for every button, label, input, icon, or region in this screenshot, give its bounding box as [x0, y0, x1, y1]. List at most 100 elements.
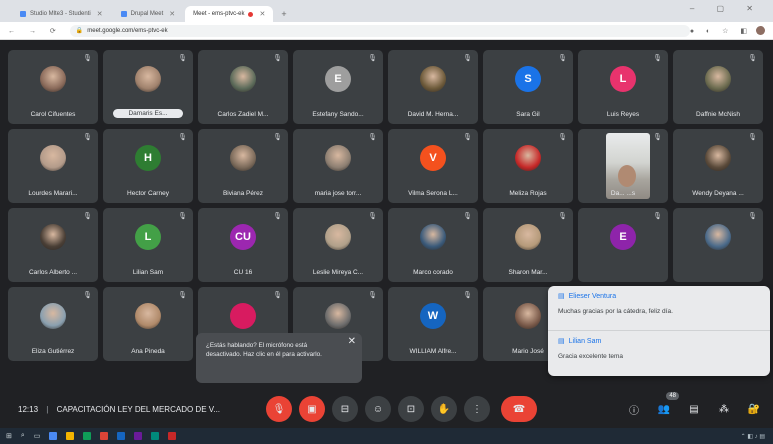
participant-tile[interactable]: 🎙 CU CU 16 — [198, 208, 288, 282]
present-button[interactable]: ⊡ — [398, 396, 424, 422]
tab-favicon — [120, 11, 127, 17]
close-icon[interactable]: ✕ — [169, 10, 175, 18]
raise-hand-button[interactable]: ✋ — [431, 396, 457, 422]
participant-tile[interactable]: 🎙 Damaris Es... — [103, 50, 193, 124]
more-options-button[interactable]: ⋮ — [464, 396, 490, 422]
participant-name: Damaris Es... — [113, 109, 183, 118]
participant-tile[interactable]: 🎙 Lourdes Marari... — [8, 129, 98, 203]
people-count-badge: 48 — [666, 392, 679, 400]
participant-avatar: E — [325, 66, 351, 92]
app-icon[interactable] — [83, 432, 92, 440]
participant-tile[interactable]: 🎙 L Lilian Sam — [103, 208, 193, 282]
participant-avatar — [40, 224, 66, 250]
navigation-buttons[interactable]: ← → ⟳ — [8, 27, 62, 35]
participant-tile[interactable]: 🎙 V Vilma Serona L... — [388, 129, 478, 203]
close-icon[interactable]: ✕ — [348, 337, 356, 347]
participant-name: Biviana Pérez — [222, 190, 264, 197]
folder-icon[interactable] — [66, 432, 75, 440]
mic-muted-icon: 🎙 — [83, 134, 92, 141]
participant-name: David M. Herna... — [407, 111, 459, 118]
app-icon[interactable] — [134, 432, 143, 440]
participant-tile[interactable]: 🎙 Carlos Zadiel M... — [198, 50, 288, 124]
meeting-details-button[interactable]: ⓘ — [623, 398, 645, 420]
camera-toggle-button[interactable]: ▣ — [299, 396, 325, 422]
participant-avatar: L — [610, 66, 636, 92]
mic-muted-icon: 🎙 — [178, 292, 187, 299]
participant-tile[interactable]: 🎙 Sharon Mar... — [483, 208, 573, 282]
task-view-icon[interactable]: ▭ — [34, 432, 41, 440]
participant-avatar — [40, 145, 66, 171]
participant-tile[interactable]: 🎙 maria jose torr... — [293, 129, 383, 203]
activities-button[interactable]: ⁂ — [713, 398, 735, 420]
address-bar[interactable]: 🔒 meet.google.com/ems-ptvc-ek — [69, 24, 690, 37]
mic-muted-icon: 🎙 — [83, 292, 92, 299]
chat-sender: Elieser Ventura — [568, 292, 617, 300]
participant-tile[interactable]: 🎙 Wendy Deyana ... — [673, 129, 763, 203]
chat-icon: ▤ — [558, 338, 565, 345]
close-icon[interactable]: ✕ — [259, 10, 265, 18]
participant-tile[interactable]: 🎙 — [673, 208, 763, 282]
participant-name: Luis Reyes — [606, 111, 640, 118]
system-tray[interactable]: ⌃ ◧ ♪ ▤ — [741, 433, 765, 440]
new-tab-button[interactable]: + — [275, 6, 292, 22]
mic-muted-icon: 🎙 — [653, 213, 662, 220]
close-icon[interactable]: ✕ — [97, 10, 103, 18]
participant-avatar — [705, 224, 731, 250]
search-icon[interactable]: ⌕ — [21, 432, 25, 440]
leave-call-button[interactable]: ☎ — [501, 396, 537, 422]
participant-tile[interactable]: 🎙 Eliza Gutiérrez — [8, 287, 98, 361]
captions-button[interactable]: ⊟ — [332, 396, 358, 422]
participant-name: Leslie Mireya C... — [312, 269, 364, 276]
chat-button[interactable]: ▤ — [683, 398, 705, 420]
browser-tab-2[interactable]: Drupal Meet ✕ — [113, 6, 184, 22]
participant-tile[interactable]: 🎙 H Hector Carney — [103, 129, 193, 203]
participant-tile[interactable]: 🎙 Leslie Mireya C... — [293, 208, 383, 282]
call-controls: 🎙 ▣ ⊟ ☺ ⊡ ✋ ⋮ ☎ — [266, 396, 544, 422]
participant-name: Lourdes Marari... — [28, 190, 78, 197]
participant-tile[interactable]: 🎙 David M. Herna... — [388, 50, 478, 124]
app-icon[interactable] — [151, 432, 160, 440]
participant-tile[interactable]: 🎙 E Estefany Sando... — [293, 50, 383, 124]
participant-tile[interactable]: 🎙 Carol Cifuentes — [8, 50, 98, 124]
profile-avatar[interactable] — [756, 26, 765, 35]
participant-name: Da... ...s — [610, 190, 636, 197]
browser-tab-3[interactable]: Meet - ems-ptvc-ek ✕ — [0, 6, 274, 46]
participant-tile[interactable]: 🎙 S Sara Gil — [483, 50, 573, 124]
host-controls-button[interactable]: 🔐 — [743, 398, 765, 420]
mic-muted-icon: 🎙 — [463, 213, 472, 220]
participant-name: Lilian Sam — [132, 269, 164, 276]
app-icon[interactable] — [117, 432, 126, 440]
chat-message[interactable]: ▤ Elieser Ventura Muchas gracias por la … — [548, 286, 770, 331]
participant-tile[interactable]: 🎙 Meliza Rojas — [483, 129, 573, 203]
people-icon: 👥 — [657, 403, 671, 415]
participant-avatar: CU — [230, 224, 256, 250]
participant-tile[interactable]: 🎙 E — [578, 208, 668, 282]
participant-tile[interactable]: 🎙 W WILLIAM Alfre... — [388, 287, 478, 361]
toast-text: ¿Estás hablando? El micrófono está desac… — [206, 342, 322, 358]
mic-muted-icon: 🎙 — [178, 55, 187, 62]
participant-tile[interactable]: 🎙 Carlos Alberto ... — [8, 208, 98, 282]
participant-avatar — [230, 145, 256, 171]
lock-person-icon: 🔐 — [747, 403, 761, 415]
windows-start-icon[interactable]: ⊞ — [6, 432, 12, 440]
participant-tile[interactable]: 🎙 Marco corado — [388, 208, 478, 282]
meeting-title: CAPACITACIÓN LEY DEL MERCADO DE V... — [56, 404, 221, 414]
participant-tile[interactable]: 🎙 L Luis Reyes — [578, 50, 668, 124]
people-button[interactable]: 👥 48 — [653, 392, 679, 420]
reactions-button[interactable]: ☺ — [365, 396, 391, 422]
participant-tile[interactable]: 🎙 Da... ...s — [578, 129, 668, 203]
chrome-icon[interactable] — [100, 432, 109, 440]
extension-icons[interactable]: ● ◐ ☆ ◧ — [690, 27, 752, 35]
app-icon[interactable] — [168, 432, 177, 440]
participant-tile[interactable]: 🎙 Biviana Pérez — [198, 129, 288, 203]
app-icon[interactable] — [49, 432, 58, 440]
browser-tab-1[interactable]: Studio Mlte3 - Studenti ✕ — [12, 6, 111, 22]
chat-icon: ▤ — [689, 403, 699, 415]
chat-message[interactable]: ▤ Lilian Sam Gracia excelente tema — [548, 331, 770, 376]
window-controls[interactable]: ‒ ▢ ✕ — [690, 4, 763, 13]
chat-notifications-panel[interactable]: ▤ Elieser Ventura Muchas gracias por la … — [548, 286, 770, 376]
mic-toggle-button[interactable]: 🎙 — [266, 396, 292, 422]
participant-avatar — [705, 66, 731, 92]
participant-tile[interactable]: 🎙 Daffnie McNish — [673, 50, 763, 124]
participant-tile[interactable]: 🎙 Ana Pineda — [103, 287, 193, 361]
